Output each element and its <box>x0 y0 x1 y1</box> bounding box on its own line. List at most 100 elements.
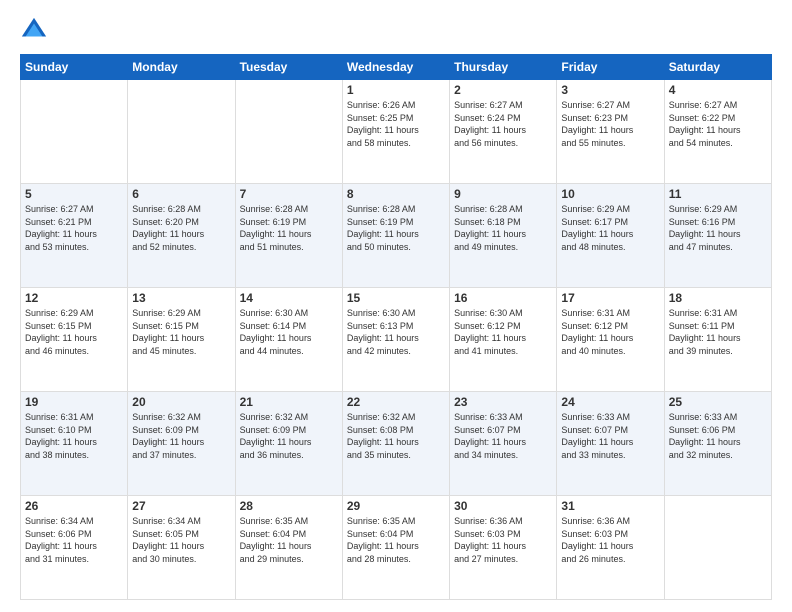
calendar-table: SundayMondayTuesdayWednesdayThursdayFrid… <box>20 54 772 600</box>
day-cell: 21Sunrise: 6:32 AM Sunset: 6:09 PM Dayli… <box>235 392 342 496</box>
day-number: 15 <box>347 291 445 305</box>
day-cell: 15 Sunrise: 6:30 AM Sunset: 6:13 PM Dayli… <box>342 288 449 392</box>
day-header-tuesday: Tuesday <box>235 55 342 80</box>
day-header-saturday: Saturday <box>664 55 771 80</box>
day-info: Sunrise: 6:36 AM Sunset: 6:03 PM Dayligh… <box>561 515 659 565</box>
day-number: 24 <box>561 395 659 409</box>
day-number: 29 <box>347 499 445 513</box>
day-number: 31 <box>561 499 659 513</box>
day-number: 30 <box>454 499 552 513</box>
day-header-monday: Monday <box>128 55 235 80</box>
day-info: Sunrise: 6:29 AM Sunset: 6:15 PM Dayligh… <box>132 307 230 357</box>
day-number: 18 <box>669 291 767 305</box>
day-info: Sunrise: 6:31 AM Sunset: 6:10 PM Dayligh… <box>25 411 123 461</box>
day-cell: 7Sunrise: 6:28 AM Sunset: 6:19 PM Daylig… <box>235 184 342 288</box>
header <box>20 16 772 44</box>
day-number: 16 <box>454 291 552 305</box>
day-cell: 31 Sunrise: 6:36 AM Sunset: 6:03 PM Dayli… <box>557 496 664 600</box>
day-number: 23 <box>454 395 552 409</box>
day-info: Sunrise: 6:29 AM Sunset: 6:16 PM Dayligh… <box>669 203 767 253</box>
day-info: Sunrise: 6:27 AM Sunset: 6:24 PM Dayligh… <box>454 99 552 149</box>
day-cell: 24 Sunrise: 6:33 AM Sunset: 6:07 PM Dayli… <box>557 392 664 496</box>
day-info: Sunrise: 6:30 AM Sunset: 6:13 PM Dayligh… <box>347 307 445 357</box>
day-number: 8 <box>347 187 445 201</box>
day-cell: 27 Sunrise: 6:34 AM Sunset: 6:05 PM Dayli… <box>128 496 235 600</box>
day-number: 5 <box>25 187 123 201</box>
day-number: 20 <box>132 395 230 409</box>
day-number: 19 <box>25 395 123 409</box>
day-info: Sunrise: 6:28 AM Sunset: 6:20 PM Dayligh… <box>132 203 230 253</box>
week-row-3: 12Sunrise: 6:29 AM Sunset: 6:15 PM Dayli… <box>21 288 772 392</box>
day-cell: 9Sunrise: 6:28 AM Sunset: 6:18 PM Daylig… <box>450 184 557 288</box>
day-cell: 11 Sunrise: 6:29 AM Sunset: 6:16 PM Dayli… <box>664 184 771 288</box>
day-info: Sunrise: 6:34 AM Sunset: 6:05 PM Dayligh… <box>132 515 230 565</box>
week-row-5: 26Sunrise: 6:34 AM Sunset: 6:06 PM Dayli… <box>21 496 772 600</box>
day-headers-row: SundayMondayTuesdayWednesdayThursdayFrid… <box>21 55 772 80</box>
week-row-4: 19 Sunrise: 6:31 AM Sunset: 6:10 PM Dayli… <box>21 392 772 496</box>
day-cell: 17 Sunrise: 6:31 AM Sunset: 6:12 PM Dayli… <box>557 288 664 392</box>
day-info: Sunrise: 6:30 AM Sunset: 6:12 PM Dayligh… <box>454 307 552 357</box>
day-cell: 18 Sunrise: 6:31 AM Sunset: 6:11 PM Dayli… <box>664 288 771 392</box>
day-number: 7 <box>240 187 338 201</box>
day-header-sunday: Sunday <box>21 55 128 80</box>
day-info: Sunrise: 6:28 AM Sunset: 6:19 PM Dayligh… <box>347 203 445 253</box>
day-cell: 22Sunrise: 6:32 AM Sunset: 6:08 PM Dayli… <box>342 392 449 496</box>
day-info: Sunrise: 6:32 AM Sunset: 6:09 PM Dayligh… <box>132 411 230 461</box>
day-info: Sunrise: 6:35 AM Sunset: 6:04 PM Dayligh… <box>240 515 338 565</box>
day-header-thursday: Thursday <box>450 55 557 80</box>
day-info: Sunrise: 6:26 AM Sunset: 6:25 PM Dayligh… <box>347 99 445 149</box>
day-cell: 19 Sunrise: 6:31 AM Sunset: 6:10 PM Dayli… <box>21 392 128 496</box>
day-info: Sunrise: 6:35 AM Sunset: 6:04 PM Dayligh… <box>347 515 445 565</box>
day-info: Sunrise: 6:36 AM Sunset: 6:03 PM Dayligh… <box>454 515 552 565</box>
day-info: Sunrise: 6:27 AM Sunset: 6:22 PM Dayligh… <box>669 99 767 149</box>
day-number: 2 <box>454 83 552 97</box>
day-number: 9 <box>454 187 552 201</box>
day-info: Sunrise: 6:29 AM Sunset: 6:15 PM Dayligh… <box>25 307 123 357</box>
day-cell: 2 Sunrise: 6:27 AM Sunset: 6:24 PM Daylig… <box>450 80 557 184</box>
day-info: Sunrise: 6:32 AM Sunset: 6:09 PM Dayligh… <box>240 411 338 461</box>
day-cell: 20 Sunrise: 6:32 AM Sunset: 6:09 PM Dayli… <box>128 392 235 496</box>
day-cell: 1Sunrise: 6:26 AM Sunset: 6:25 PM Daylig… <box>342 80 449 184</box>
day-number: 10 <box>561 187 659 201</box>
day-info: Sunrise: 6:32 AM Sunset: 6:08 PM Dayligh… <box>347 411 445 461</box>
day-info: Sunrise: 6:29 AM Sunset: 6:17 PM Dayligh… <box>561 203 659 253</box>
day-info: Sunrise: 6:33 AM Sunset: 6:06 PM Dayligh… <box>669 411 767 461</box>
day-cell <box>128 80 235 184</box>
day-cell: 16 Sunrise: 6:30 AM Sunset: 6:12 PM Dayli… <box>450 288 557 392</box>
day-header-wednesday: Wednesday <box>342 55 449 80</box>
day-cell: 5Sunrise: 6:27 AM Sunset: 6:21 PM Daylig… <box>21 184 128 288</box>
day-cell: 4 Sunrise: 6:27 AM Sunset: 6:22 PM Daylig… <box>664 80 771 184</box>
day-number: 27 <box>132 499 230 513</box>
day-number: 25 <box>669 395 767 409</box>
day-cell: 29 Sunrise: 6:35 AM Sunset: 6:04 PM Dayli… <box>342 496 449 600</box>
day-number: 4 <box>669 83 767 97</box>
day-cell: 3 Sunrise: 6:27 AM Sunset: 6:23 PM Daylig… <box>557 80 664 184</box>
day-number: 11 <box>669 187 767 201</box>
day-info: Sunrise: 6:33 AM Sunset: 6:07 PM Dayligh… <box>561 411 659 461</box>
day-info: Sunrise: 6:31 AM Sunset: 6:11 PM Dayligh… <box>669 307 767 357</box>
day-cell: 28 Sunrise: 6:35 AM Sunset: 6:04 PM Dayli… <box>235 496 342 600</box>
day-number: 28 <box>240 499 338 513</box>
day-cell: 23 Sunrise: 6:33 AM Sunset: 6:07 PM Dayli… <box>450 392 557 496</box>
day-info: Sunrise: 6:27 AM Sunset: 6:23 PM Dayligh… <box>561 99 659 149</box>
week-row-2: 5Sunrise: 6:27 AM Sunset: 6:21 PM Daylig… <box>21 184 772 288</box>
day-cell: 12Sunrise: 6:29 AM Sunset: 6:15 PM Dayli… <box>21 288 128 392</box>
day-info: Sunrise: 6:34 AM Sunset: 6:06 PM Dayligh… <box>25 515 123 565</box>
day-cell <box>664 496 771 600</box>
day-header-friday: Friday <box>557 55 664 80</box>
page: SundayMondayTuesdayWednesdayThursdayFrid… <box>0 0 792 612</box>
day-number: 14 <box>240 291 338 305</box>
logo <box>20 16 52 44</box>
week-row-1: 1Sunrise: 6:26 AM Sunset: 6:25 PM Daylig… <box>21 80 772 184</box>
day-cell <box>21 80 128 184</box>
day-number: 3 <box>561 83 659 97</box>
day-cell: 26Sunrise: 6:34 AM Sunset: 6:06 PM Dayli… <box>21 496 128 600</box>
day-info: Sunrise: 6:33 AM Sunset: 6:07 PM Dayligh… <box>454 411 552 461</box>
day-number: 17 <box>561 291 659 305</box>
day-number: 6 <box>132 187 230 201</box>
day-number: 13 <box>132 291 230 305</box>
day-cell: 14Sunrise: 6:30 AM Sunset: 6:14 PM Dayli… <box>235 288 342 392</box>
day-cell: 8 Sunrise: 6:28 AM Sunset: 6:19 PM Daylig… <box>342 184 449 288</box>
day-cell: 25 Sunrise: 6:33 AM Sunset: 6:06 PM Dayli… <box>664 392 771 496</box>
day-info: Sunrise: 6:31 AM Sunset: 6:12 PM Dayligh… <box>561 307 659 357</box>
